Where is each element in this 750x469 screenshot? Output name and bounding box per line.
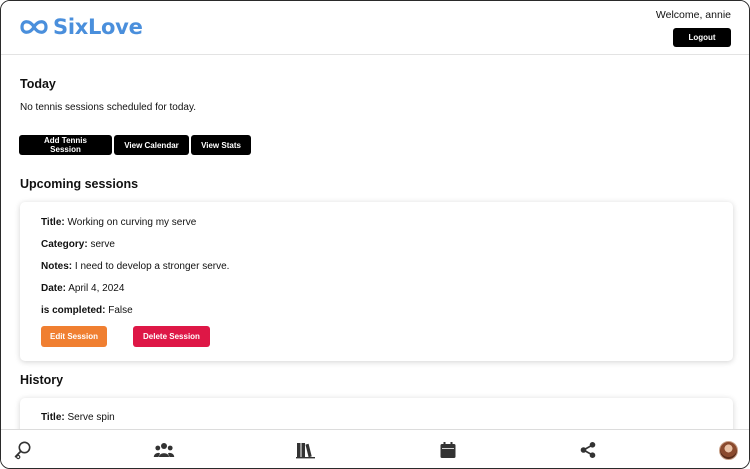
welcome-text: Welcome, annie [655, 9, 731, 21]
session-notes: Notes: I need to develop a stronger serv… [41, 261, 229, 272]
share-icon [580, 442, 596, 458]
field-label: Category: [41, 239, 88, 250]
edit-session-button[interactable]: Edit Session [41, 326, 107, 347]
session-category: Category: serve [41, 239, 115, 250]
field-label: is completed: [41, 305, 106, 316]
field-value: I need to develop a stronger serve. [74, 261, 230, 272]
library-icon [296, 443, 315, 459]
nav-library[interactable] [295, 439, 317, 461]
delete-session-button[interactable]: Delete Session [133, 326, 210, 347]
session-card: Title: Working on curving my serve Categ… [20, 202, 733, 361]
field-value: April 4, 2024 [68, 283, 125, 294]
session-title: Title: Working on curving my serve [41, 217, 196, 228]
upcoming-heading: Upcoming sessions [20, 177, 139, 191]
field-value: Serve spin [67, 412, 115, 423]
bottom-nav [1, 429, 749, 468]
logout-button[interactable]: Logout [673, 28, 731, 47]
view-stats-button[interactable]: View Stats [191, 135, 251, 155]
add-tennis-session-button[interactable]: Add Tennis Session [19, 135, 112, 155]
main-content: Today No tennis sessions scheduled for t… [1, 56, 749, 429]
field-label: Notes: [41, 261, 73, 272]
nav-community[interactable] [153, 439, 175, 461]
nav-profile[interactable] [717, 439, 739, 461]
people-icon [153, 443, 175, 457]
nav-share[interactable] [577, 439, 599, 461]
field-label: Title: [41, 412, 65, 423]
session-title: Title: Serve spin [41, 412, 115, 423]
session-completed: is completed: False [41, 305, 133, 316]
history-session-card: Title: Serve spin [20, 398, 733, 429]
field-label: Date: [41, 283, 67, 294]
app-window: SixLove Welcome, annie Logout Today No t… [0, 0, 750, 469]
today-empty-message: No tennis sessions scheduled for today. [20, 102, 197, 113]
field-label: Title: [41, 217, 65, 228]
avatar [718, 440, 738, 460]
field-value: False [108, 305, 133, 316]
session-date: Date: April 4, 2024 [41, 283, 124, 294]
field-value: serve [90, 239, 115, 250]
action-bar: Add Tennis Session View Calendar View St… [19, 135, 251, 155]
brand-name: SixLove [53, 15, 143, 39]
calendar-icon [440, 442, 456, 458]
nav-calendar[interactable] [437, 439, 459, 461]
infinity-logo-icon [20, 20, 48, 34]
header: SixLove Welcome, annie Logout [1, 1, 749, 55]
brand-logo[interactable]: SixLove [19, 15, 143, 39]
history-heading: History [20, 373, 64, 387]
today-heading: Today [20, 77, 56, 91]
view-calendar-button[interactable]: View Calendar [114, 135, 189, 155]
racket-icon [14, 441, 31, 460]
nav-tennis[interactable] [12, 439, 34, 461]
field-value: Working on curving my serve [67, 217, 197, 228]
